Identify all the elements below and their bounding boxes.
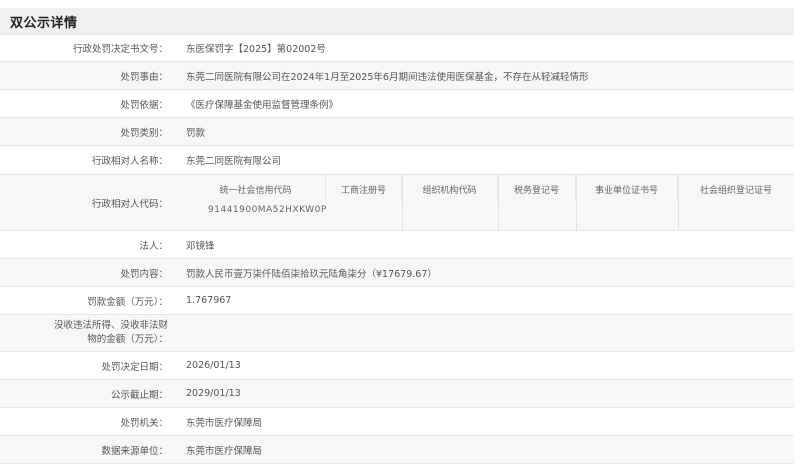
col-tax-reg: 税务登记号 <box>498 175 576 201</box>
row-basis: 处罚依据： 《医疗保障基金使用监督管理条例》 <box>0 90 794 118</box>
value-confiscation <box>176 315 794 351</box>
col-social-org-cert: 社会组织登记证号 <box>699 186 772 196</box>
label-decision-date: 处罚决定日期： <box>101 361 168 373</box>
value-reason: 东莞二同医院有限公司在2024年1月至2025年6月期间违法使用医保基金，不存在… <box>186 71 589 83</box>
label-fine-amount: 罚款金额（万元）： <box>87 296 168 308</box>
section-header: 双公示详情 <box>0 8 794 35</box>
value-content: 罚款人民币壹万柒仟陆佰柒拾玖元陆角柒分（¥17679.67） <box>186 268 437 280</box>
credit-code-value: 91441900MA52HXKW0P <box>208 205 327 215</box>
col-institution-cert: 事业单位证书号 <box>576 175 678 201</box>
label-content: 处罚内容： <box>120 268 168 280</box>
row-fine-amount: 罚款金额（万元）： 1.767967 <box>0 287 794 315</box>
detail-table: 行政处罚决定书文号： 东医保罚字【2025】第02002号 处罚事由： 东莞二同… <box>0 34 794 464</box>
value-decision-date: 2026/01/13 <box>186 360 241 371</box>
label-category: 处罚类别： <box>120 127 168 139</box>
row-decision-date: 处罚决定日期： 2026/01/13 <box>0 352 794 380</box>
row-data-source: 数据来源单位： 东莞市医疗保障局 <box>0 436 794 464</box>
value-data-source: 东莞市医疗保障局 <box>186 445 263 457</box>
code-subtable: 统一社会信用代码 工商注册号 组织机构代码 税务登记号 事业单位证书号 社会组织… <box>186 175 794 230</box>
label-legal-rep: 法人： <box>139 240 168 252</box>
row-decision-number: 行政处罚决定书文号： 东医保罚字【2025】第02002号 <box>0 34 794 62</box>
value-basis: 《医疗保障基金使用监督管理条例》 <box>186 99 339 111</box>
col-credit-code: 统一社会信用代码 <box>186 175 326 201</box>
row-reason: 处罚事由： 东莞二同医院有限公司在2024年1月至2025年6月期间违法使用医保… <box>0 62 794 90</box>
row-content: 处罚内容： 罚款人民币壹万柒仟陆佰柒拾玖元陆角柒分（¥17679.67） <box>0 259 794 287</box>
col-divider <box>498 175 499 230</box>
page: 双公示详情 行政处罚决定书文号： 东医保罚字【2025】第02002号 处罚事由… <box>0 0 800 464</box>
label-data-source: 数据来源单位： <box>101 445 168 457</box>
row-category: 处罚类别： 罚款 <box>0 118 794 146</box>
value-category: 罚款 <box>186 127 206 139</box>
value-party-name: 东莞二同医院有限公司 <box>186 156 282 167</box>
row-legal-rep: 法人： 邓镜锋 <box>0 231 794 259</box>
label-confiscation: 没收违法所得、没收非法财物的金额（万元）： <box>0 315 176 351</box>
label-reason: 处罚事由： <box>120 71 168 83</box>
section-title: 双公示详情 <box>10 16 78 31</box>
value-decision-number: 东医保罚字【2025】第02002号 <box>186 43 326 55</box>
code-subtable-header: 统一社会信用代码 工商注册号 组织机构代码 税务登记号 事业单位证书号 社会组织… <box>186 175 794 201</box>
row-party-name: 行政相对人名称： 东莞二同医院有限公司 <box>0 146 794 175</box>
col-divider <box>576 175 577 230</box>
label-authority: 处罚机关： <box>120 417 168 429</box>
row-authority: 处罚机关： 东莞市医疗保障局 <box>0 408 794 436</box>
value-legal-rep: 邓镜锋 <box>186 240 215 252</box>
label-decision-number: 行政处罚决定书文号： <box>72 43 168 55</box>
row-party-code: 行政相对人代码： 统一社会信用代码 工商注册号 组织机构代码 税务登记号 事业单… <box>0 175 794 231</box>
value-fine-amount: 1.767967 <box>186 295 232 306</box>
row-publicity-deadline: 公示截止期： 2029/01/13 <box>0 380 794 408</box>
value-publicity-deadline: 2029/01/13 <box>186 388 241 399</box>
col-business-reg: 工商注册号 <box>326 175 402 201</box>
label-confiscation-text: 没收违法所得、没收非法财物的金额（万元）： <box>53 320 168 345</box>
label-party-name: 行政相对人名称： <box>91 156 168 167</box>
col-divider <box>402 175 403 230</box>
label-basis: 处罚依据： <box>120 99 168 111</box>
col-divider <box>678 175 679 230</box>
label-party-code: 行政相对人代码： <box>91 198 168 210</box>
col-org-code: 组织机构代码 <box>402 175 498 201</box>
row-confiscation: 没收违法所得、没收非法财物的金额（万元）： <box>0 315 794 352</box>
label-publicity-deadline: 公示截止期： <box>110 389 168 401</box>
value-authority: 东莞市医疗保障局 <box>186 417 263 429</box>
